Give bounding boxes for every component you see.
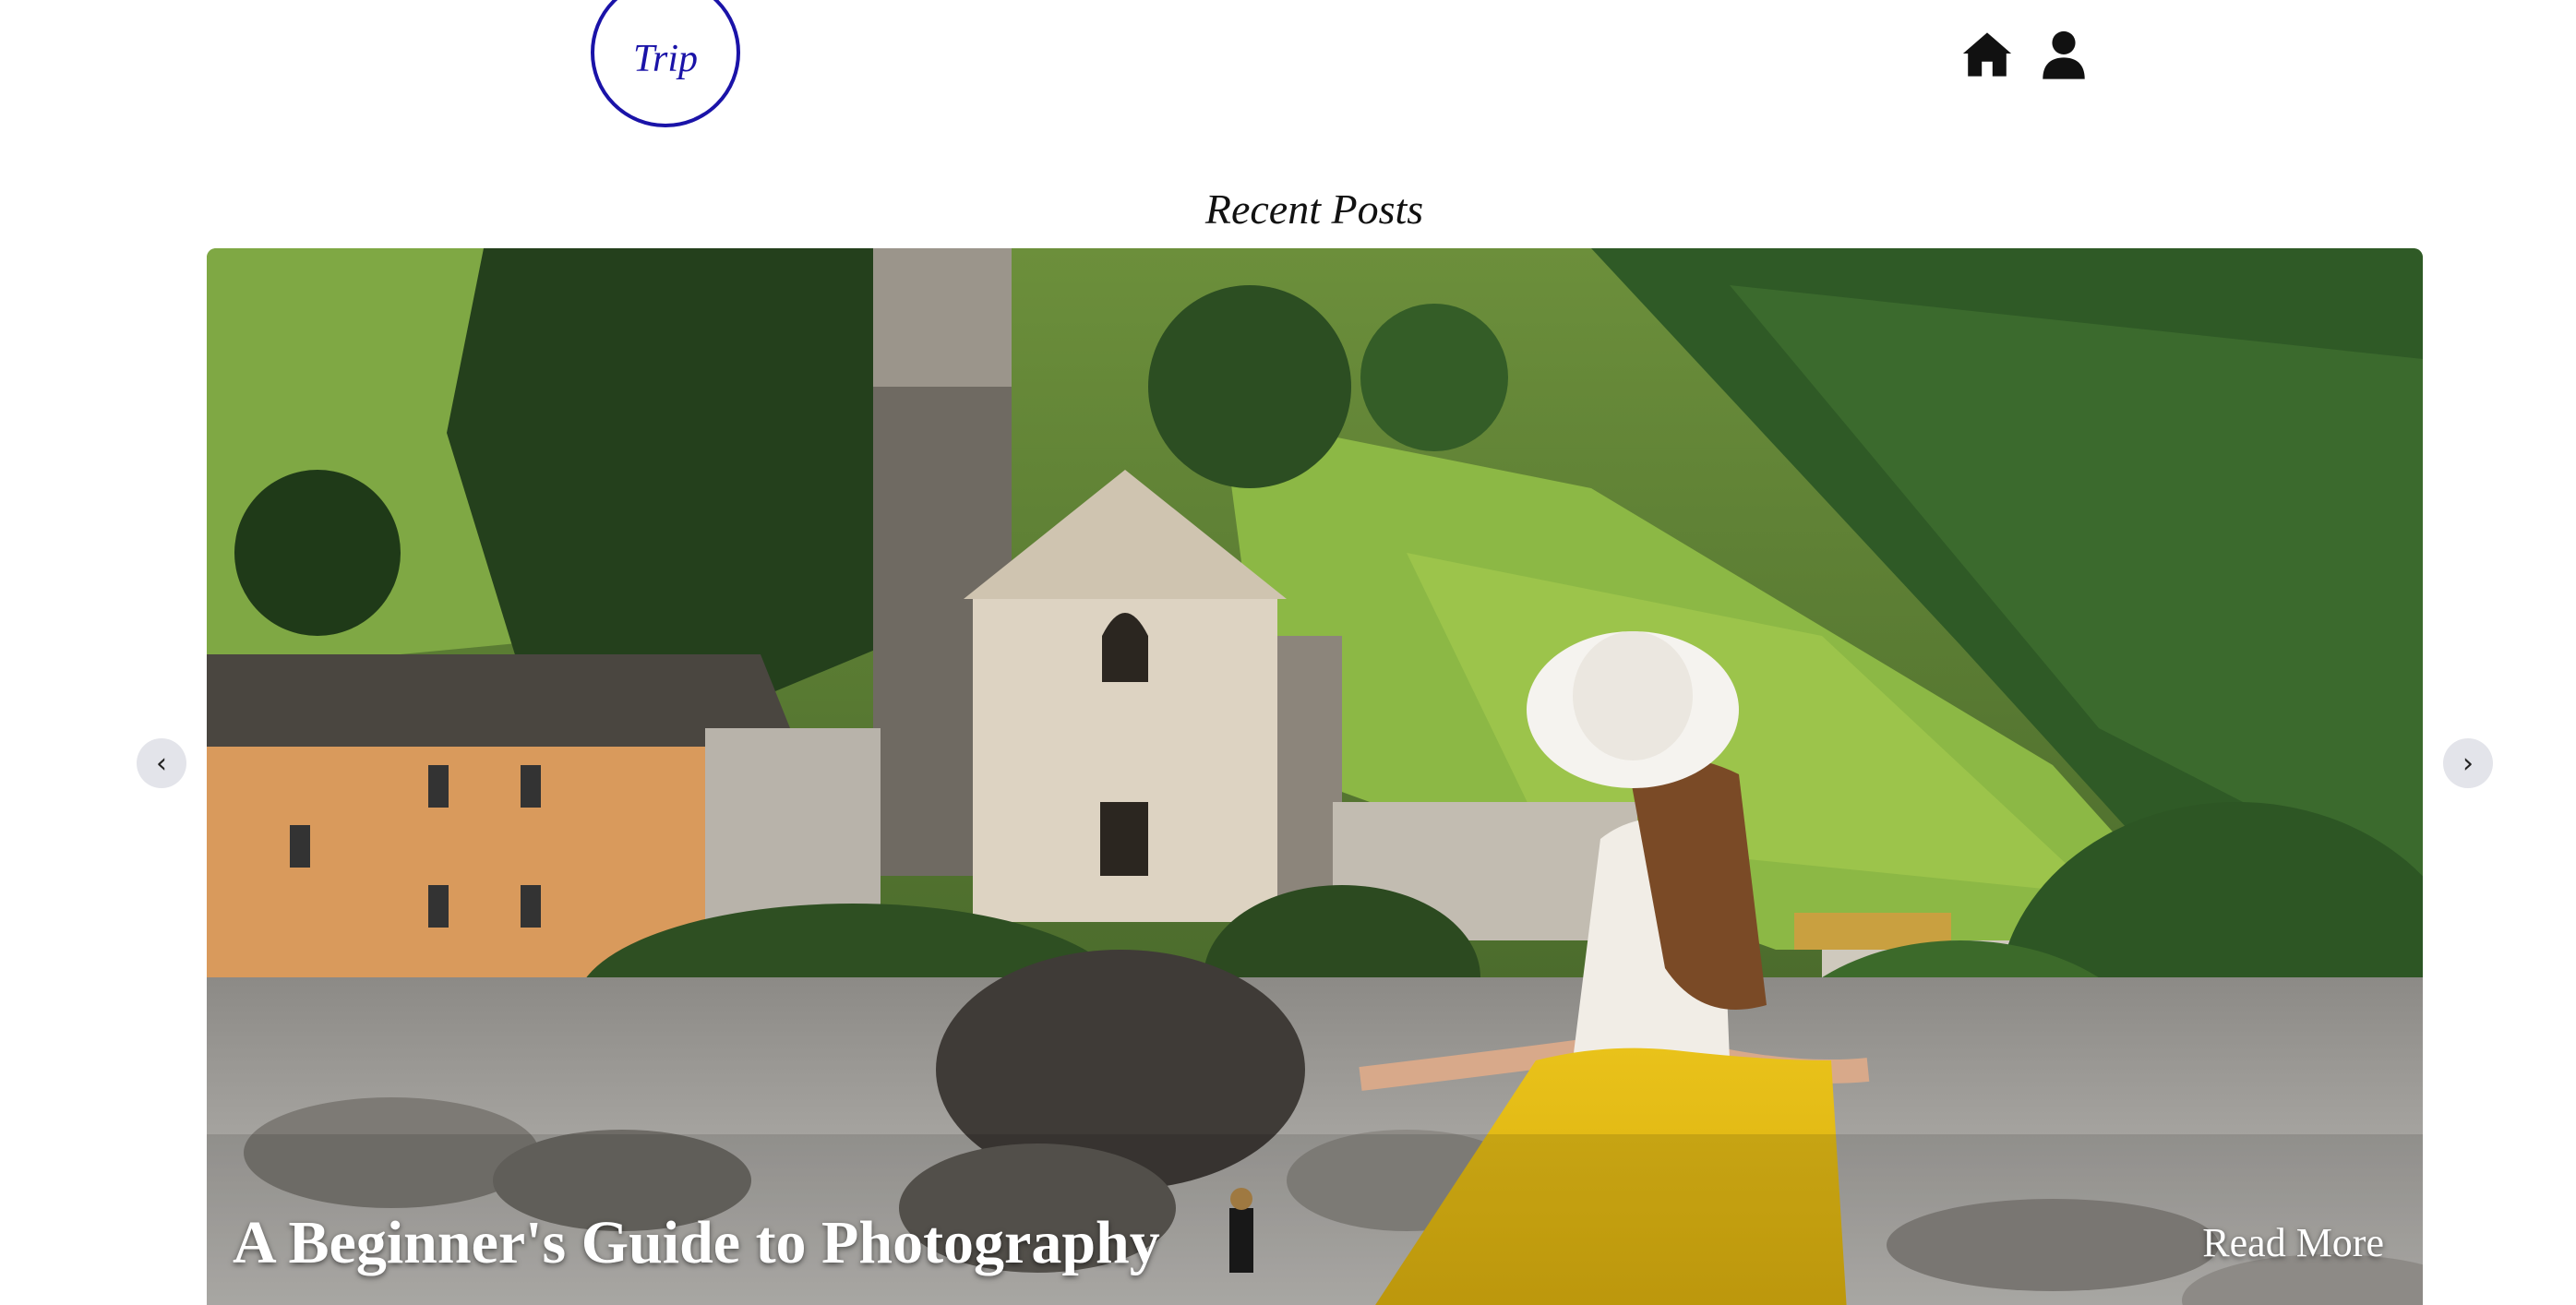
slide-image — [207, 248, 2423, 1305]
section-title: Recent Posts — [1204, 186, 1424, 233]
read-more-link[interactable]: Read More — [2202, 1219, 2384, 1266]
logo-text: Trip — [632, 38, 699, 80]
user-icon[interactable] — [2037, 28, 2091, 81]
page: Trip Recent Posts A Beginner's Guide to … — [0, 0, 2576, 1305]
home-icon[interactable] — [1960, 28, 2014, 81]
logo[interactable]: Trip — [591, 0, 740, 127]
post-carousel[interactable]: A Beginner's Guide to Photography Read M… — [207, 248, 2423, 1305]
slide-title[interactable]: A Beginner's Guide to Photography — [233, 1208, 1160, 1278]
chevron-left-icon: ‹ — [156, 747, 167, 780]
chevron-right-icon: › — [2462, 747, 2474, 780]
carousel-prev-button[interactable]: ‹ — [137, 738, 186, 788]
carousel-next-button[interactable]: › — [2443, 738, 2493, 788]
